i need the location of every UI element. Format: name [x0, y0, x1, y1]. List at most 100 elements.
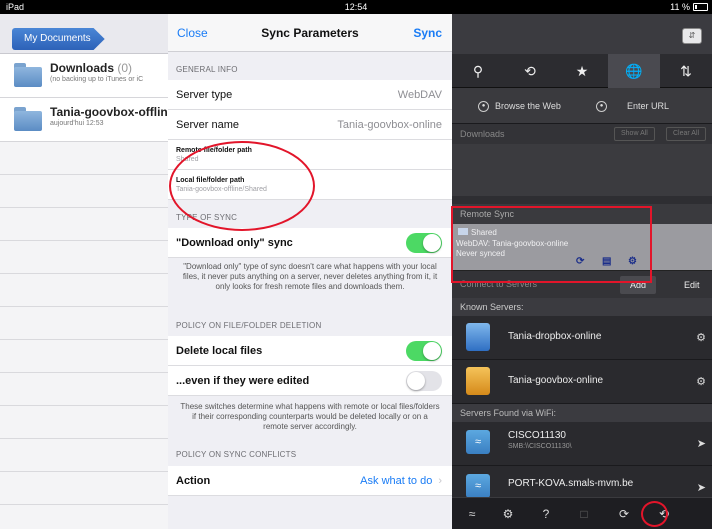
server-name: Tania-goovbox-online	[508, 375, 604, 386]
item-subtitle: (no backing up to iTunes or iC	[50, 76, 144, 83]
refresh-icon[interactable]: ⟲	[648, 498, 680, 529]
pin-icon[interactable]: ➤	[697, 481, 706, 494]
web-actions: ● Browse the Web ● Enter URL	[452, 88, 712, 124]
folder-icon	[14, 63, 42, 87]
server-name-value: Tania-goovbox-online	[337, 119, 442, 131]
remote-path-value: Shared	[176, 156, 199, 163]
documents-toolbar: My Documents	[0, 14, 168, 54]
section-header-type: TYPE OF SYNC	[176, 213, 238, 222]
chevron-right-icon: ›	[438, 475, 442, 487]
remote-sync-header: Remote Sync	[452, 204, 712, 224]
sync-refresh-icon[interactable]: ⟳	[576, 256, 584, 267]
empty-row	[0, 406, 168, 439]
server-name-row[interactable]: Server name Tania-goovbox-online	[168, 110, 452, 140]
documents-list: My Documents Downloads (0) (no backing u…	[0, 14, 174, 529]
right-toolbar: ⇵	[452, 14, 712, 54]
item-count: (0)	[117, 61, 133, 75]
server-type-label: Server type	[176, 89, 233, 101]
download-only-note: "Download only" type of sync doesn't car…	[182, 262, 438, 291]
edit-servers-button[interactable]: Edit	[674, 276, 710, 294]
download-only-toggle[interactable]	[406, 233, 442, 253]
delete-local-toggle[interactable]	[406, 341, 442, 361]
downloads-header: Downloads Show All Clear All	[452, 124, 712, 144]
deletion-note: These switches determine what happens wi…	[180, 402, 440, 431]
section-header-deletion: POLICY ON FILE/FOLDER DELETION	[176, 321, 322, 330]
wifi-icon: ≈	[466, 474, 490, 498]
gear-icon[interactable]: ⚙	[696, 375, 706, 388]
server-row[interactable]: Tania-goovbox-online ⚙	[452, 360, 712, 404]
enter-url-label: Enter URL	[627, 101, 670, 111]
list-item[interactable]: Downloads (0) (no backing up to iTunes o…	[0, 54, 168, 98]
battery-icon	[693, 3, 708, 11]
remote-path-row[interactable]: Remote file/folder path Shared	[168, 140, 452, 170]
sync-button[interactable]: Sync	[413, 26, 442, 40]
empty-row	[0, 241, 168, 274]
wifi-icon[interactable]: ≈	[456, 498, 488, 529]
server-name: CISCO11130	[508, 430, 566, 441]
help-icon[interactable]: ?	[530, 498, 562, 529]
even-edited-label: ...even if they were edited	[176, 375, 310, 387]
clear-all-button[interactable]: Clear All	[666, 127, 707, 141]
even-edited-row: ...even if they were edited	[168, 366, 452, 396]
sync-navbar: Close Sync Parameters Sync	[168, 14, 452, 52]
action-value: Ask what to do	[360, 475, 433, 487]
local-path-row[interactable]: Local file/folder path Tania-goovbox-off…	[168, 170, 452, 200]
trash-icon[interactable]: ▤	[602, 256, 611, 267]
even-edited-toggle[interactable]	[406, 371, 442, 391]
local-path-label: Local file/folder path	[176, 177, 245, 184]
delete-local-row: Delete local files	[168, 336, 452, 366]
action-label: Action	[176, 475, 211, 487]
item-title: Tania-goovbox-offline	[50, 105, 175, 119]
show-all-button[interactable]: Show All	[614, 127, 655, 141]
action-row[interactable]: Action Ask what to do ›	[168, 466, 452, 496]
settings-gear-icon[interactable]: ⚙	[628, 256, 637, 267]
server-name: Tania-dropbox-online	[508, 331, 602, 342]
sort-icon[interactable]: ⇵	[682, 28, 702, 44]
wifi-icon: ≈	[466, 430, 490, 454]
server-type-row[interactable]: Server type WebDAV	[168, 80, 452, 110]
gear-icon[interactable]: ⚙	[492, 498, 524, 529]
empty-row	[0, 505, 168, 529]
download-only-row: "Download only" sync	[168, 228, 452, 258]
list-item[interactable]: Tania-goovbox-offline aujourd'hui 12:53	[0, 98, 174, 142]
gear-icon[interactable]: ⚙	[696, 331, 706, 344]
empty-row	[0, 175, 168, 208]
empty-row	[0, 307, 168, 340]
status-bar: iPad 12:54 11 %	[0, 0, 712, 14]
enter-url-button[interactable]: ● Enter URL	[596, 97, 669, 115]
search-icon[interactable]: ⚲	[452, 54, 504, 88]
sort-options-icon[interactable]: ⇅	[660, 54, 712, 88]
remote-path-label: Remote file/folder path	[176, 147, 252, 154]
server-row[interactable]: ≈ CISCO11130 SMB:\\CISCO11130\ ➤	[452, 422, 712, 466]
downloads-area	[452, 144, 712, 196]
empty-row	[0, 142, 168, 175]
connect-servers-row: Connect to Servers Add Edit	[452, 270, 712, 298]
server-row[interactable]: Tania-dropbox-online ⚙	[452, 316, 712, 360]
sync-icon[interactable]: ⟳	[608, 498, 640, 529]
drive-icon	[466, 367, 490, 395]
divider	[452, 196, 712, 204]
local-path-value: Tania-goovbox-offline/Shared	[176, 186, 267, 193]
remote-item-status: Never synced	[456, 249, 505, 258]
panel-title: Sync Parameters	[261, 26, 359, 40]
sync-parameters-panel: Close Sync Parameters Sync GENERAL INFO …	[168, 14, 452, 529]
server-name: PORT-KOVA.smals-mvm.be	[508, 478, 634, 489]
history-icon[interactable]: ⟲	[504, 54, 556, 88]
wifi-servers-header: Servers Found via WiFi:	[452, 404, 712, 422]
empty-row	[0, 208, 168, 241]
globe-icon[interactable]: 🌐	[608, 54, 660, 88]
pin-icon[interactable]: ➤	[697, 437, 706, 450]
browser-sidebar: ⇵ ⚲ ⟲ ★ 🌐 ⇅ ● Browse the Web ● Enter URL D…	[452, 14, 712, 529]
dropbox-icon	[466, 323, 490, 351]
remote-item-name: Shared	[471, 228, 497, 237]
browse-web-button[interactable]: ● Browse the Web	[478, 97, 561, 115]
bookmarks-star-icon[interactable]: ★	[556, 54, 608, 88]
folder-icon	[458, 228, 468, 235]
server-address: SMB:\\CISCO11130\	[508, 443, 572, 450]
add-server-button[interactable]: Add	[620, 276, 657, 294]
download-only-label: "Download only" sync	[176, 237, 293, 249]
folder-icon[interactable]: □	[568, 498, 600, 529]
remote-sync-item[interactable]: Shared WebDAV: Tania-goovbox-online Neve…	[452, 224, 712, 270]
url-icon: ●	[596, 101, 607, 113]
my-documents-button[interactable]: My Documents	[12, 28, 105, 50]
